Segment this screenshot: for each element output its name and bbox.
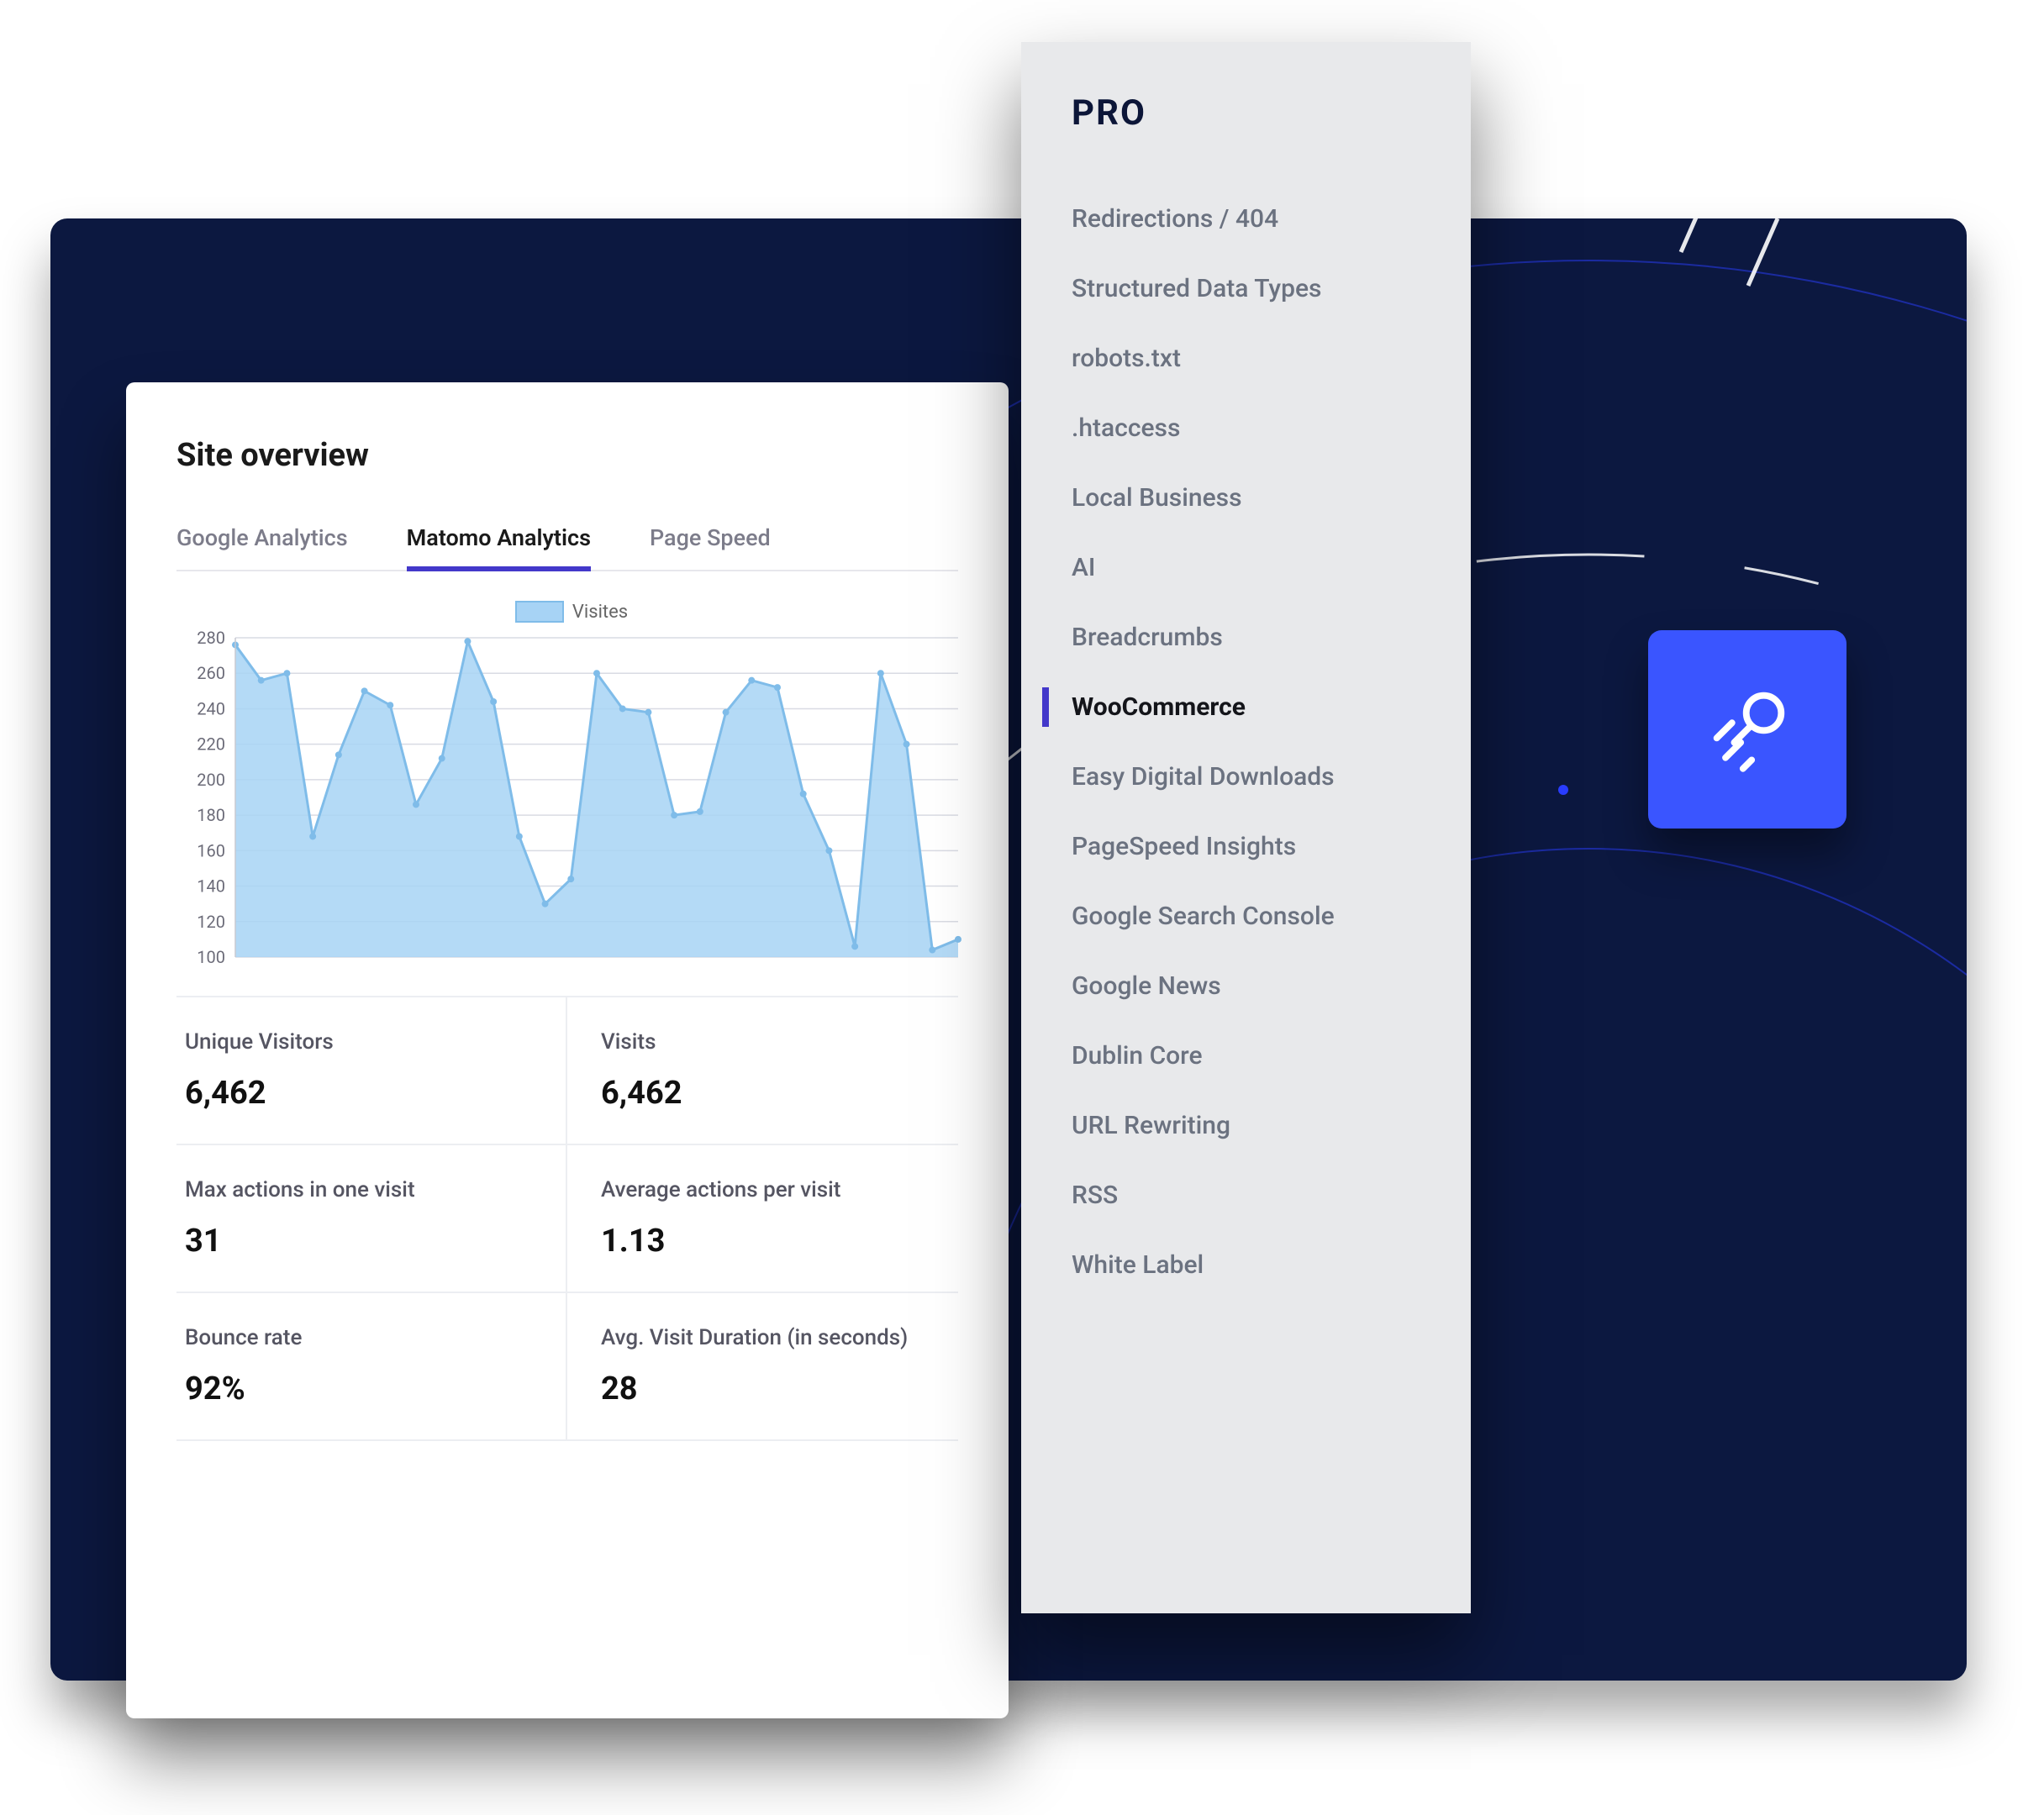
site-overview-card: Site overview Google Analytics Matomo An… [126, 382, 1009, 1718]
svg-text:180: 180 [197, 805, 225, 825]
chart-svg: 100 120 140 160 180 200 220 240 260 280 [176, 629, 967, 974]
stat-bounce-rate: Bounce rate 92% [176, 1293, 567, 1441]
svg-text:260: 260 [197, 663, 225, 683]
sidebar-item-rss[interactable]: RSS [1072, 1160, 1420, 1230]
svg-text:200: 200 [197, 770, 225, 790]
stat-label: Unique Visitors [185, 1029, 557, 1055]
tabs: Google Analytics Matomo Analytics Page S… [176, 524, 958, 571]
sidebar-item-local-business[interactable]: Local Business [1072, 463, 1420, 533]
tab-google-analytics[interactable]: Google Analytics [176, 524, 348, 570]
stats-grid: Unique Visitors 6,462 Visits 6,462 Max a… [176, 996, 958, 1441]
tab-matomo-analytics[interactable]: Matomo Analytics [407, 524, 591, 570]
svg-text:140: 140 [197, 876, 225, 897]
stat-avg-duration: Avg. Visit Duration (in seconds) 28 [567, 1293, 958, 1441]
card-title: Site overview [176, 437, 958, 474]
stat-label: Max actions in one visit [185, 1177, 557, 1202]
stat-label: Average actions per visit [601, 1177, 950, 1202]
stat-value: 6,462 [601, 1075, 950, 1112]
sidebar-item-dublin-core[interactable]: Dublin Core [1072, 1021, 1420, 1091]
stat-unique-visitors: Unique Visitors 6,462 [176, 997, 567, 1145]
sidebar-item-google-search-console[interactable]: Google Search Console [1072, 881, 1420, 951]
svg-text:100: 100 [197, 947, 225, 967]
stat-label: Bounce rate [185, 1325, 557, 1350]
sidebar-item-ai[interactable]: AI [1072, 533, 1420, 602]
stat-value: 92% [185, 1370, 557, 1407]
chart-legend: Visites [176, 601, 967, 623]
stat-avg-actions: Average actions per visit 1.13 [567, 1145, 958, 1293]
svg-text:280: 280 [197, 629, 225, 648]
legend-label: Visites [572, 602, 628, 623]
svg-text:160: 160 [197, 840, 225, 860]
legend-swatch [515, 601, 564, 623]
sidebar-item-structured-data-types[interactable]: Structured Data Types [1072, 254, 1420, 324]
stat-value: 31 [185, 1223, 557, 1260]
sidebar-item-breadcrumbs[interactable]: Breadcrumbs [1072, 602, 1420, 672]
sidebar-item-white-label[interactable]: White Label [1072, 1230, 1420, 1300]
app-icon [1648, 630, 1846, 829]
stat-label: Visits [601, 1029, 950, 1055]
svg-text:120: 120 [197, 912, 225, 932]
sidebar-item-robots-txt[interactable]: robots.txt [1072, 324, 1420, 393]
sidebar-item-htaccess[interactable]: .htaccess [1072, 393, 1420, 463]
sidebar-item-google-news[interactable]: Google News [1072, 951, 1420, 1021]
svg-text:220: 220 [197, 734, 225, 755]
stat-visits: Visits 6,462 [567, 997, 958, 1145]
tab-page-speed[interactable]: Page Speed [650, 524, 771, 570]
stat-value: 28 [601, 1370, 950, 1407]
sidebar-item-url-rewriting[interactable]: URL Rewriting [1072, 1091, 1420, 1160]
pro-menu: PRO Redirections / 404Structured Data Ty… [1021, 42, 1471, 1613]
stat-max-actions: Max actions in one visit 31 [176, 1145, 567, 1293]
stat-label: Avg. Visit Duration (in seconds) [601, 1325, 950, 1350]
svg-text:240: 240 [197, 698, 225, 718]
sidebar-item-redirections-404[interactable]: Redirections / 404 [1072, 184, 1420, 254]
visits-chart: Visites 100 120 140 160 180 200 220 240 260 280 [176, 601, 967, 979]
sidebar-item-pagespeed-insights[interactable]: PageSpeed Insights [1072, 812, 1420, 881]
stat-value: 1.13 [601, 1223, 950, 1260]
pro-menu-list: Redirections / 404Structured Data Typesr… [1072, 184, 1420, 1300]
pro-title: PRO [1072, 92, 1420, 134]
sidebar-item-woocommerce[interactable]: WooCommerce [1072, 672, 1420, 742]
stat-value: 6,462 [185, 1075, 557, 1112]
sidebar-item-easy-digital-downloads[interactable]: Easy Digital Downloads [1072, 742, 1420, 812]
magnifier-speed-icon [1693, 675, 1802, 784]
